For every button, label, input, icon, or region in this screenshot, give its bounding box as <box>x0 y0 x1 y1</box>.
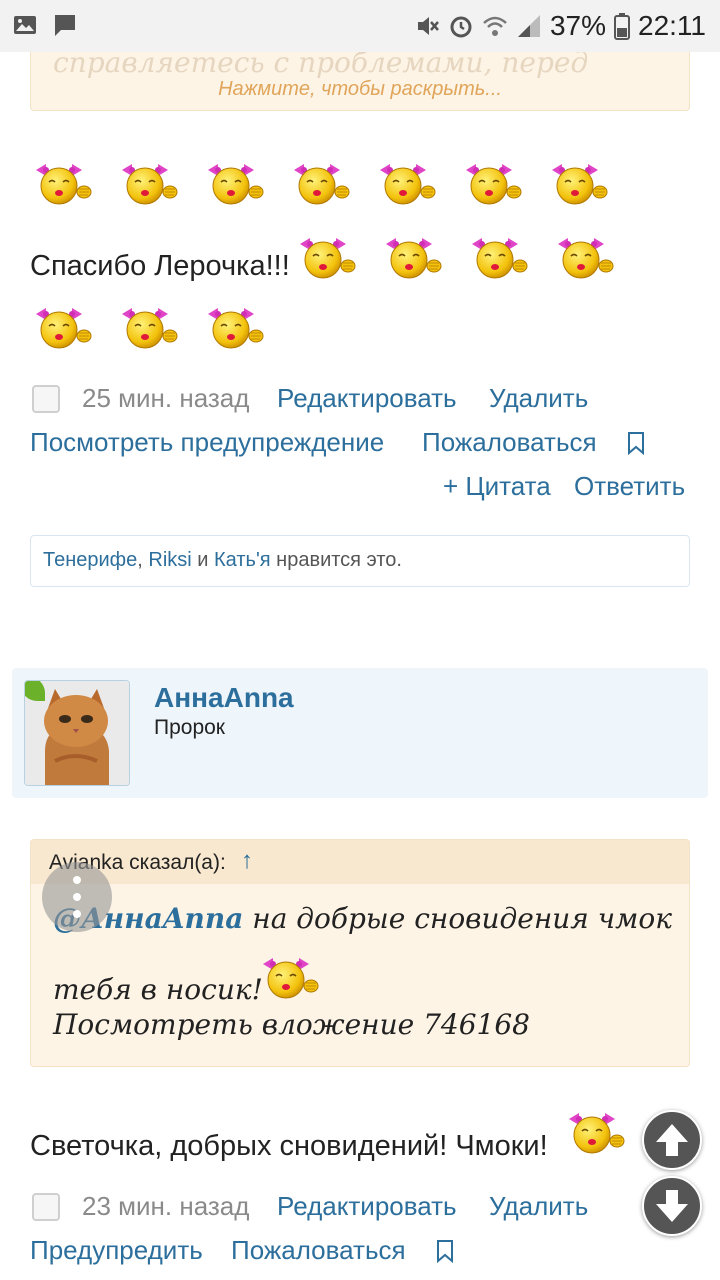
battery-percent: 37% <box>549 10 606 41</box>
post-text: Спасибо Лерочка!!! <box>30 250 290 282</box>
post-author-block: АннаAnna Пророк <box>12 668 708 798</box>
kiss-smiley-icon <box>296 232 360 282</box>
kiss-smiley-icon <box>290 158 354 208</box>
arrow-down-icon <box>656 1190 688 1222</box>
kiss-smiley-icon <box>382 232 446 282</box>
kiss-smiley-icon <box>204 158 268 208</box>
battery-icon <box>614 13 630 40</box>
quote-line-1: @АннаAnna на добрые сновидения чмок <box>53 902 672 935</box>
more-options-button[interactable] <box>42 862 112 932</box>
delete-link[interactable]: Удалить <box>489 1191 588 1222</box>
username-link[interactable]: АннаAnna <box>154 682 294 714</box>
scroll-up-button[interactable] <box>642 1110 702 1170</box>
like-user-link[interactable]: Кать'я <box>214 549 271 571</box>
report-link[interactable]: Пожаловаться <box>231 1235 406 1266</box>
message-icon <box>55 15 75 36</box>
wifi-icon <box>483 16 507 36</box>
quote-header: Avianka сказал(а): ↑ <box>31 840 689 884</box>
signal-icon <box>517 15 540 37</box>
quote-line-2: тебя в носик! <box>53 973 263 1006</box>
quote-block: Avianka сказал(а): ↑ @АннаAnna на добрые… <box>30 839 690 1067</box>
warn-link[interactable]: Предупредить <box>30 1235 203 1266</box>
bookmark-icon[interactable] <box>435 1239 455 1263</box>
scroll-down-button[interactable] <box>642 1176 702 1236</box>
kiss-smiley-icon <box>118 158 182 208</box>
post-time[interactable]: 25 мин. назад <box>82 383 249 414</box>
reply-link[interactable]: Ответить <box>574 471 685 502</box>
expand-quote-link[interactable]: Нажмите, чтобы раскрыть... <box>31 78 689 101</box>
quote-link[interactable]: + Цитата <box>443 471 551 502</box>
kiss-smiley-icon <box>376 158 440 208</box>
kiss-smiley-icon <box>554 232 618 282</box>
kiss-smiley-icon <box>468 232 532 282</box>
avatar[interactable] <box>24 680 130 786</box>
view-attachment-link[interactable]: Посмотреть вложение 746168 <box>53 1008 530 1041</box>
status-bar: 37% 22:11 <box>0 0 720 52</box>
kiss-smiley-icon <box>32 158 96 208</box>
arrow-up-icon <box>656 1124 688 1156</box>
kiss-smiley-icon <box>462 158 526 208</box>
clock: 22:11 <box>638 10 706 41</box>
view-warning-link[interactable]: Посмотреть предупреждение <box>30 427 384 458</box>
jump-to-quote-arrow[interactable]: ↑ <box>241 847 253 875</box>
gallery-icon <box>14 16 36 34</box>
user-title: Пророк <box>154 716 225 739</box>
mute-icon <box>417 17 439 35</box>
report-link[interactable]: Пожаловаться <box>422 427 597 458</box>
kiss-smiley-icon <box>118 302 182 352</box>
like-user-link[interactable]: Riksi <box>148 549 191 571</box>
kiss-smiley-icon <box>565 1107 629 1157</box>
like-user-link[interactable]: Тенерифе <box>43 549 137 571</box>
select-post-checkbox[interactable] <box>32 1193 60 1221</box>
collapsed-quote[interactable]: справляетесь с проблемами, перед Нажмите… <box>30 52 690 111</box>
kiss-smiley-icon <box>32 302 96 352</box>
edit-link[interactable]: Редактировать <box>277 1191 457 1222</box>
delete-link[interactable]: Удалить <box>489 383 588 414</box>
alarm-icon <box>450 16 472 38</box>
online-indicator <box>25 681 45 701</box>
kiss-smiley-icon <box>259 952 323 1002</box>
edit-link[interactable]: Редактировать <box>277 383 457 414</box>
post-text: Светочка, добрых сновидений! Чмоки! <box>30 1130 548 1162</box>
likes-summary: Тенерифе, Riksi и Кать'я нравится это. <box>30 535 690 587</box>
bookmark-icon[interactable] <box>626 431 646 455</box>
post-time[interactable]: 23 мин. назад <box>82 1191 249 1222</box>
kiss-smiley-icon <box>548 158 612 208</box>
quote-faded-text: справляетесь с проблемами, перед <box>53 52 589 79</box>
kiss-smiley-icon <box>204 302 268 352</box>
select-post-checkbox[interactable] <box>32 385 60 413</box>
